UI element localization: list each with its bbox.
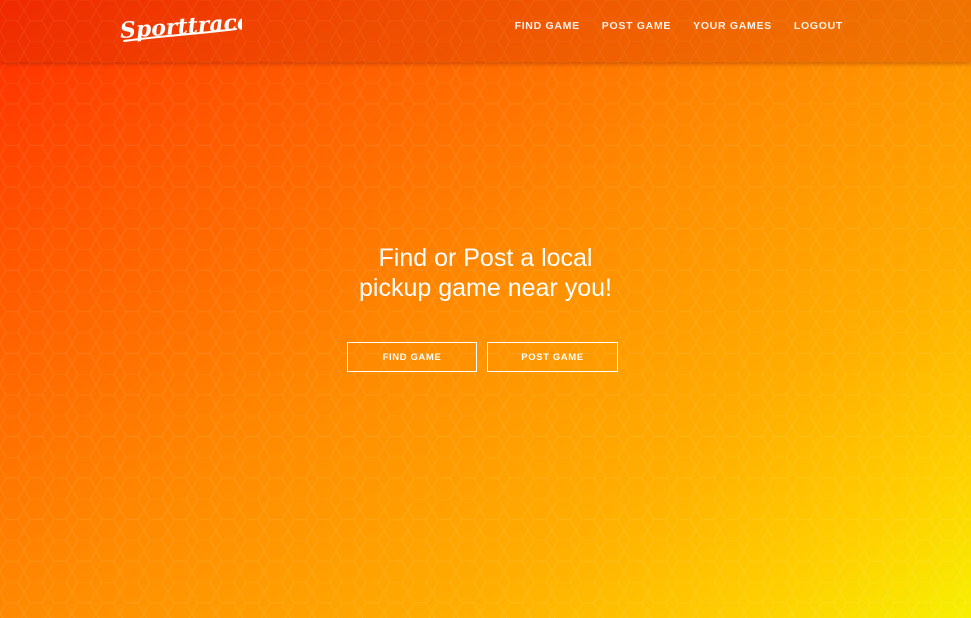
hero-title: Find or Post a local pickup game near yo… (0, 243, 971, 303)
sporttrace-logo[interactable]: Sporttrace (118, 8, 242, 48)
hero-title-line-1: Find or Post a local (378, 244, 593, 272)
hero-section: Find or Post a local pickup game near yo… (0, 243, 971, 303)
hexagon-pattern-background (0, 0, 971, 618)
hero-title-line-2: pickup game near you! (359, 274, 612, 302)
hero-buttons: FIND GAME POST GAME (347, 342, 618, 372)
nav-find-game[interactable]: FIND GAME (515, 20, 580, 32)
find-game-button[interactable]: FIND GAME (347, 342, 477, 372)
nav-your-games[interactable]: YOUR GAMES (693, 20, 772, 32)
top-navbar: Sporttrace FIND GAME POST GAME YOUR GAME… (0, 0, 971, 62)
post-game-button[interactable]: POST GAME (487, 342, 618, 372)
nav-post-game[interactable]: POST GAME (602, 20, 671, 32)
main-nav: FIND GAME POST GAME YOUR GAMES LOGOUT (515, 20, 843, 32)
nav-logout[interactable]: LOGOUT (794, 20, 843, 32)
